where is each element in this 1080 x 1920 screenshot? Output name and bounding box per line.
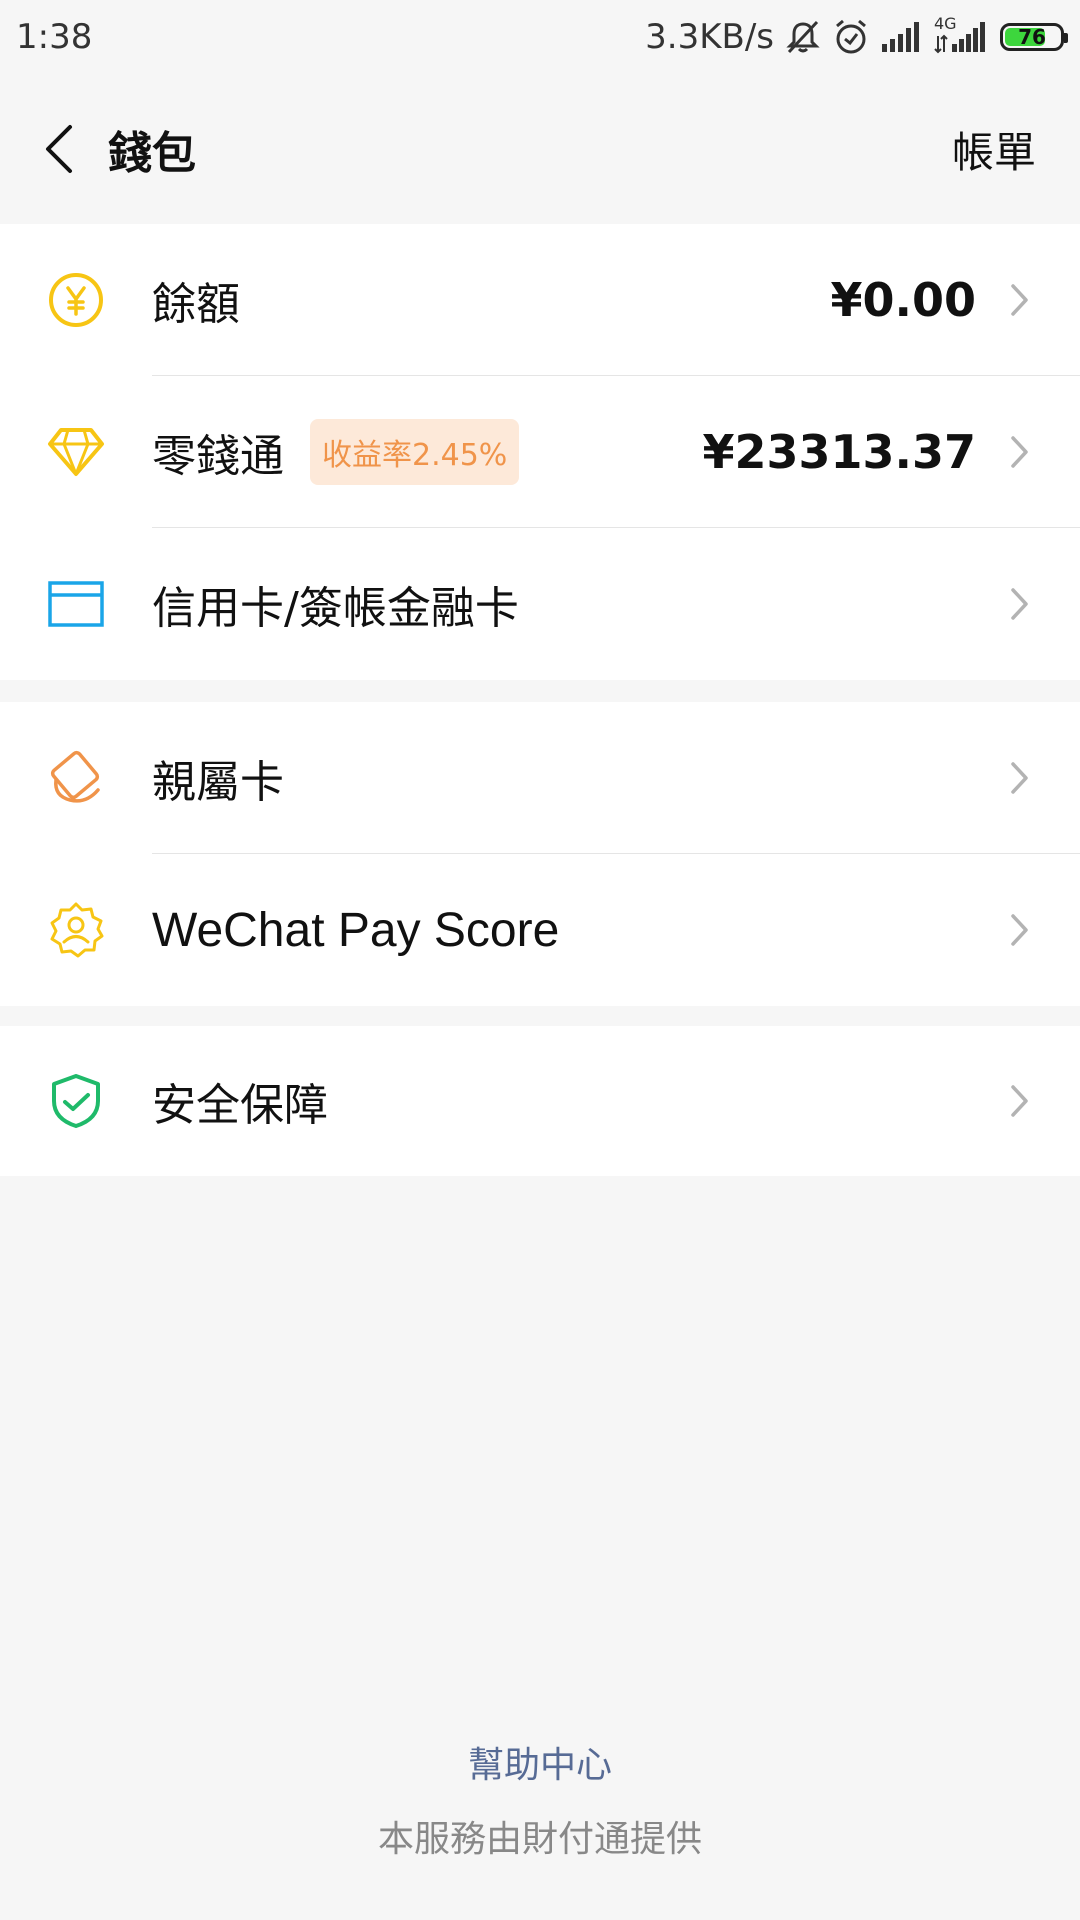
provider-note: 本服務由財付通提供	[377, 1819, 702, 1860]
card-label: 信用卡/簽帳金融卡	[152, 583, 519, 634]
security-row[interactable]: 安全保障	[0, 1026, 1080, 1176]
balance-value: ¥0.00	[830, 273, 976, 327]
shield-check-icon	[44, 1069, 108, 1133]
card-row[interactable]: 信用卡/簽帳金融卡	[0, 528, 1080, 680]
pay-score-label: WeChat Pay Score	[152, 903, 560, 957]
status-time: 1:38	[16, 17, 93, 57]
chevron-right-icon	[1010, 435, 1030, 469]
signal-icon	[880, 20, 924, 54]
lingqiantong-label: 零錢通	[152, 431, 284, 482]
pay-score-icon	[44, 898, 108, 962]
alarm-icon	[832, 18, 870, 56]
balance-row[interactable]: 餘額 ¥0.00	[0, 224, 1080, 376]
status-icons: 3.3KB/s 4G 76	[645, 14, 1068, 57]
chevron-right-icon	[1010, 1084, 1030, 1118]
chevron-right-icon	[1010, 587, 1030, 621]
bill-button[interactable]: 帳單	[952, 119, 1036, 180]
wallet-group-2: 親屬卡 WeChat Pay Score	[0, 702, 1080, 1006]
lingqiantong-value: ¥23313.37	[702, 425, 976, 479]
wallet-group-1: 餘額 ¥0.00 零錢通 收益率2.45% ¥23313.37 信用卡/簽帳金融…	[0, 224, 1080, 680]
diamond-icon	[44, 420, 108, 484]
balance-label: 餘額	[152, 279, 240, 330]
chevron-right-icon	[1010, 761, 1030, 795]
status-bar: 1:38 3.3KB/s 4G 76	[0, 0, 1080, 74]
help-center-link[interactable]: 幫助中心	[0, 1736, 1080, 1788]
lingqiantong-row[interactable]: 零錢通 收益率2.45% ¥23313.37	[0, 376, 1080, 528]
battery-icon: 76	[1000, 23, 1068, 51]
chevron-right-icon	[1010, 283, 1030, 317]
family-card-row[interactable]: 親屬卡	[0, 702, 1080, 854]
security-label: 安全保障	[152, 1080, 328, 1131]
family-card-icon	[44, 746, 108, 810]
back-arrow-icon	[46, 125, 72, 173]
nav-bar: 錢包 帳單	[0, 74, 1080, 224]
page-title: 錢包	[108, 128, 196, 179]
battery-level: 76	[1018, 25, 1046, 49]
back-button[interactable]	[20, 109, 100, 189]
family-card-label: 親屬卡	[152, 757, 284, 808]
bell-off-icon	[784, 18, 822, 56]
pay-score-row[interactable]: WeChat Pay Score	[0, 854, 1080, 1006]
card-icon	[44, 572, 108, 636]
chevron-right-icon	[1010, 913, 1030, 947]
yuan-coin-icon	[44, 268, 108, 332]
network-speed: 3.3KB/s	[645, 17, 774, 57]
wallet-group-3: 安全保障	[0, 1026, 1080, 1176]
yield-rate-badge: 收益率2.45%	[310, 419, 520, 485]
signal-4g-icon: 4G	[934, 14, 990, 54]
